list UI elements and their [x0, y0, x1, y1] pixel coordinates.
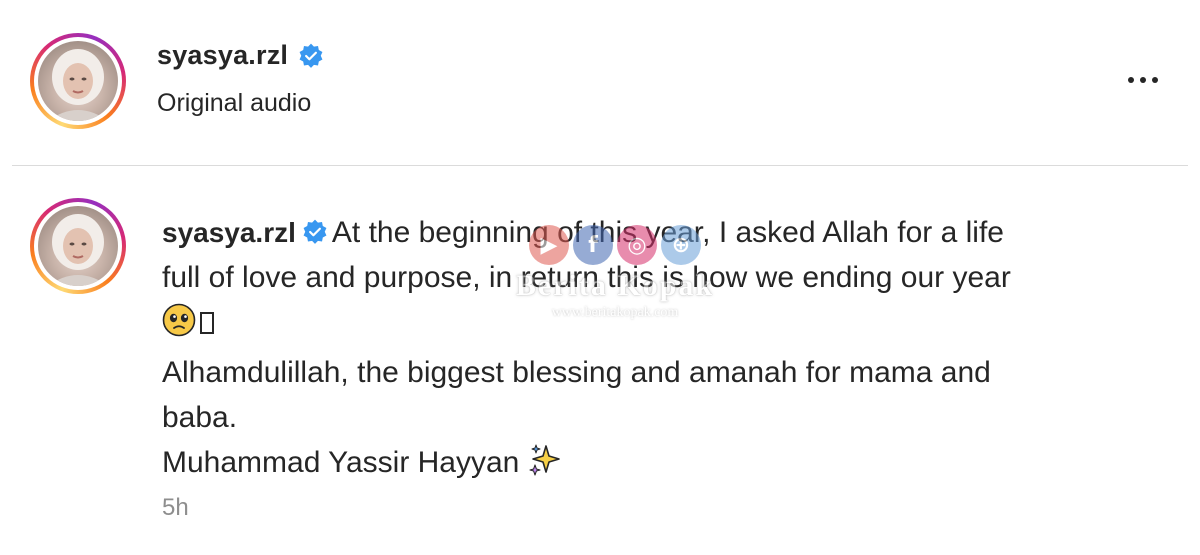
post-timestamp[interactable]: 5h	[162, 494, 189, 522]
caption-line: Muhammad Yassir Hayyan	[162, 446, 520, 479]
avatar-gap	[34, 202, 122, 290]
audio-label[interactable]: Original audio	[157, 89, 311, 118]
caption-line: baba.	[162, 401, 238, 434]
verified-badge-icon	[298, 43, 324, 69]
avatar	[38, 41, 118, 121]
header-user: syasya.rzl	[157, 40, 324, 71]
more-dot	[1152, 77, 1158, 83]
header-avatar-ring[interactable]	[30, 33, 126, 129]
missing-glyph-icon	[200, 312, 214, 334]
caption-avatar-ring[interactable]	[30, 198, 126, 294]
sparkles-emoji-icon	[528, 443, 562, 490]
divider	[12, 165, 1188, 166]
caption-text: syasya.rzl At the beginning of this year,…	[162, 210, 1152, 490]
caption-line: At the beginning of this year, I asked A…	[331, 216, 1004, 249]
header-username[interactable]: syasya.rzl	[157, 40, 288, 71]
verified-badge-icon	[302, 219, 328, 245]
caption-username[interactable]: syasya.rzl	[162, 217, 296, 248]
pleading-face-emoji-icon	[162, 303, 196, 350]
more-dot	[1140, 77, 1146, 83]
caption-line: full of love and purpose, in return this…	[162, 261, 1011, 294]
caption-line: Alhamdulillah, the biggest blessing and …	[162, 356, 991, 389]
avatar-gap	[34, 37, 122, 125]
more-options-icon[interactable]	[1128, 68, 1168, 92]
more-dot	[1128, 77, 1134, 83]
avatar	[38, 206, 118, 286]
